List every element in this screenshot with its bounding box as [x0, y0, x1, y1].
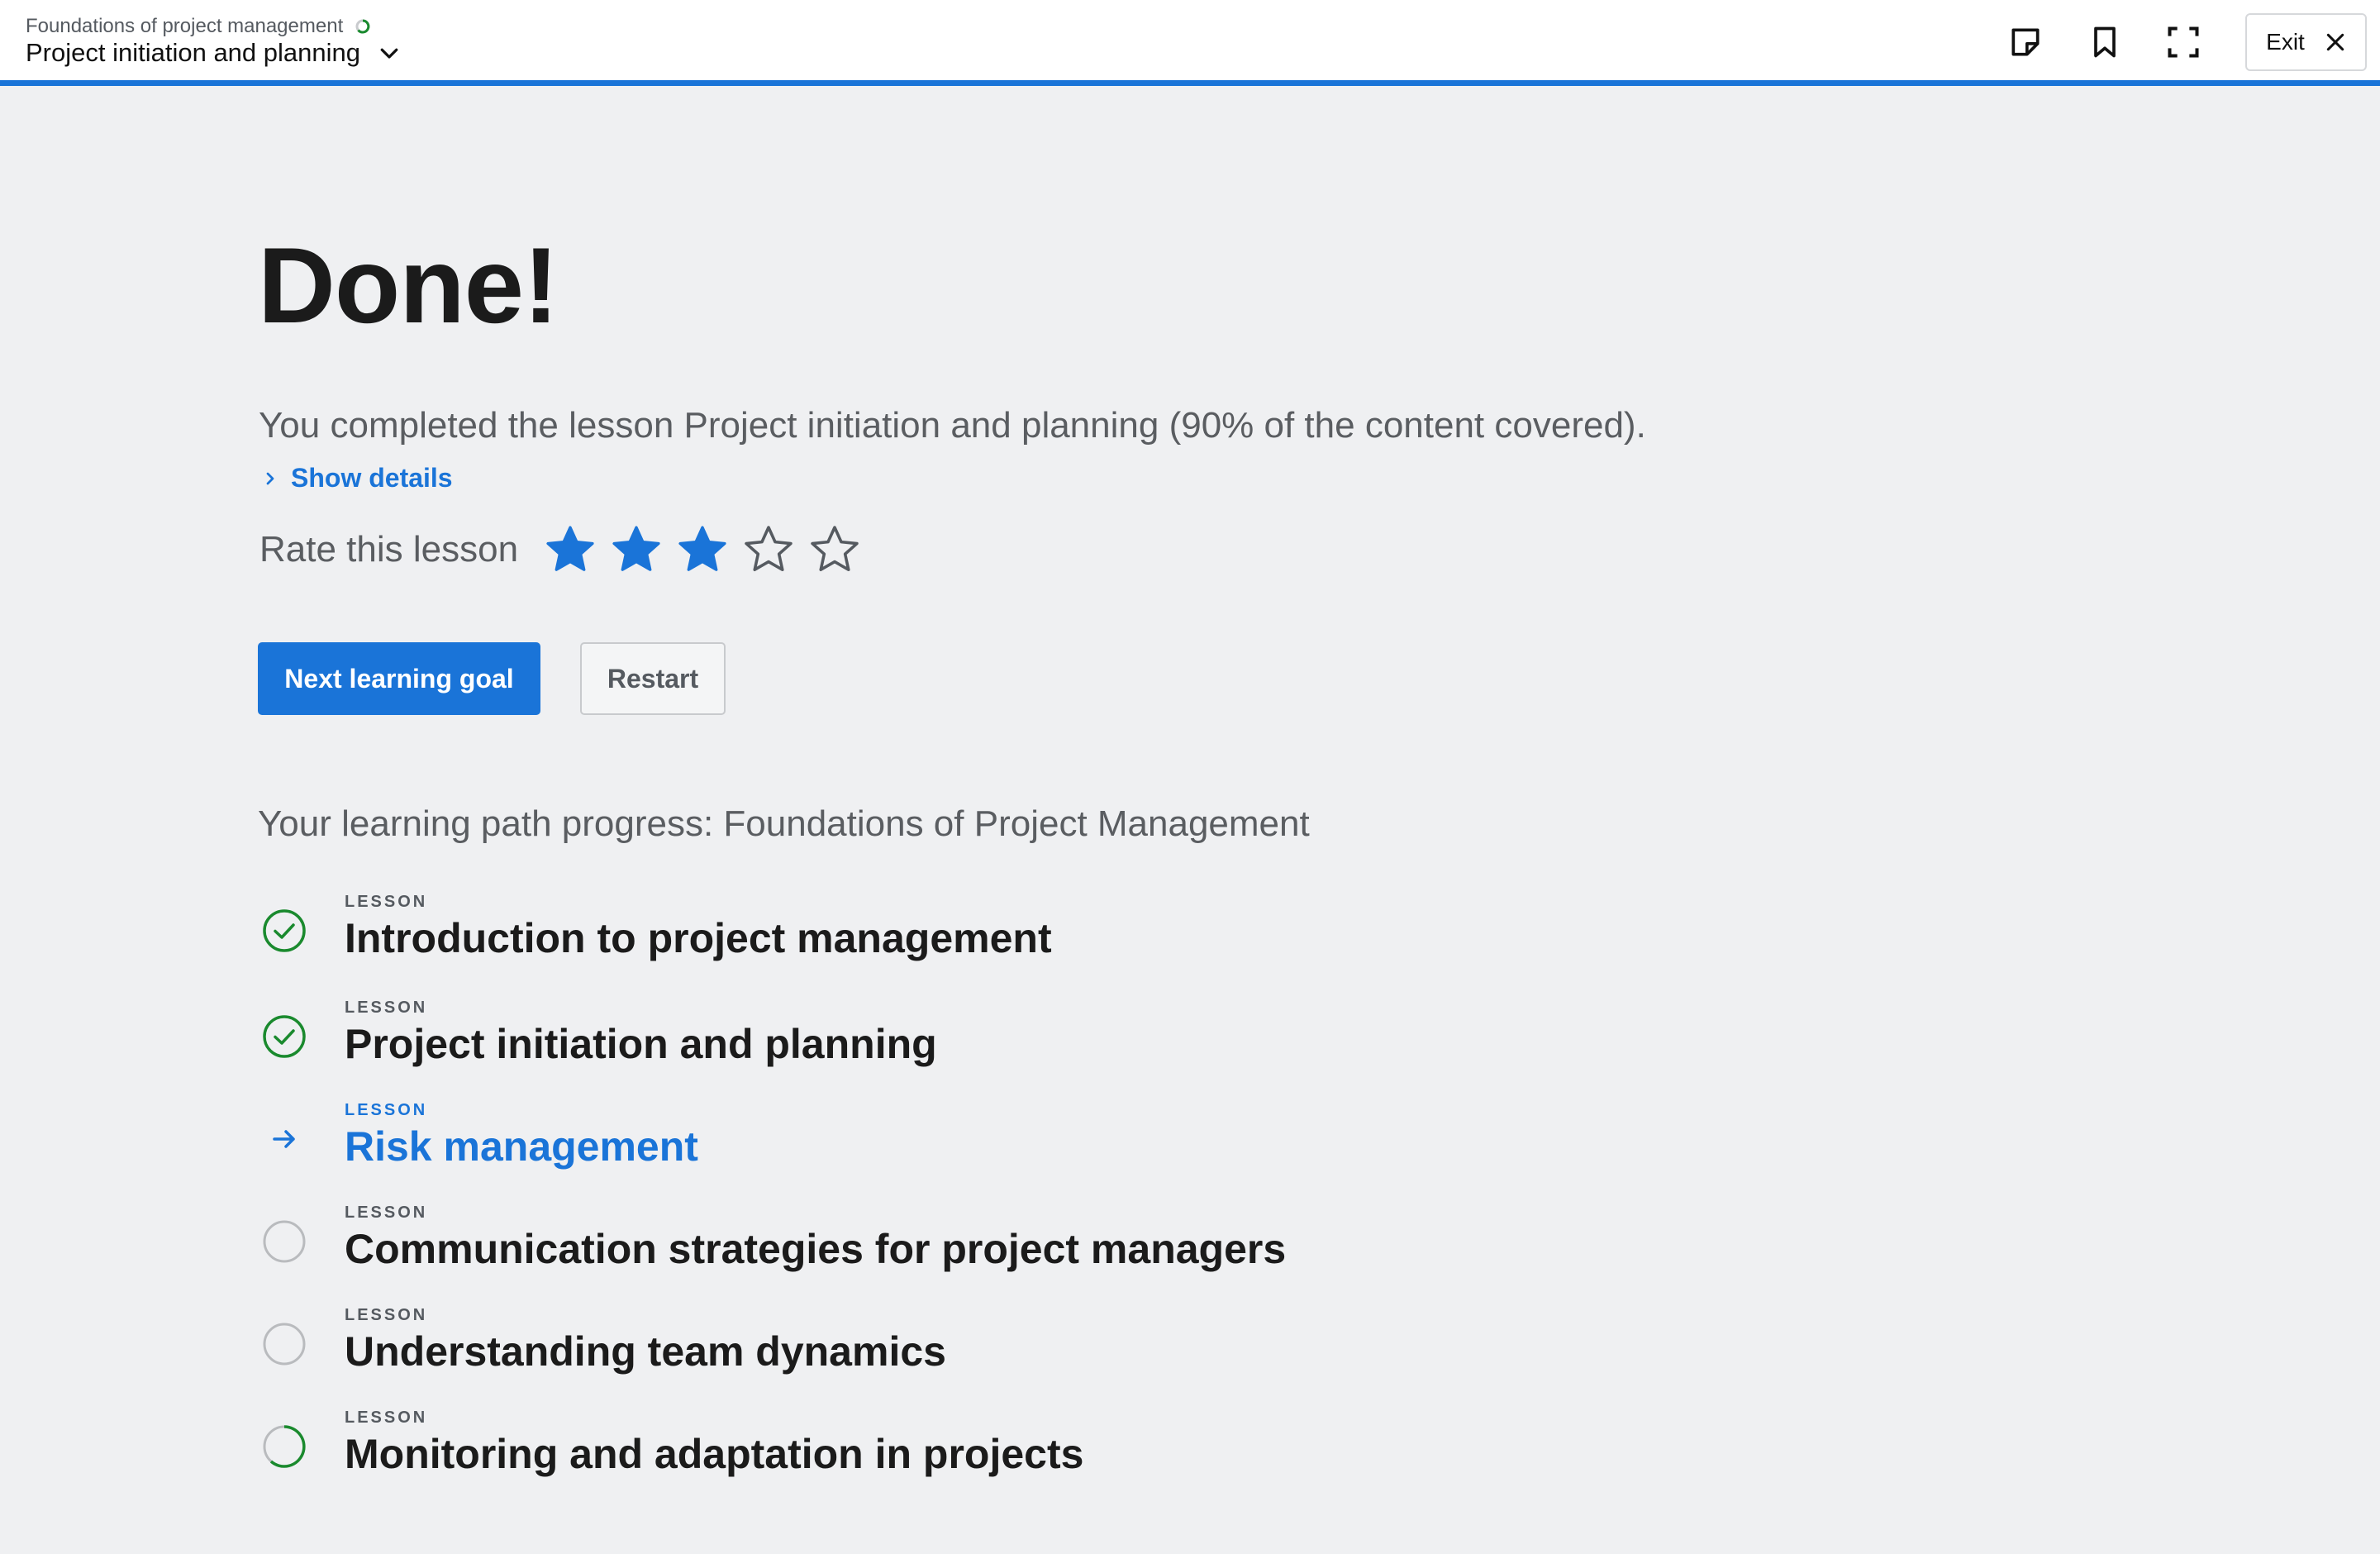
lesson-title: Project initiation and planning [345, 1021, 937, 1067]
bookmark-icon [2094, 26, 2116, 58]
notes-button[interactable] [2005, 21, 2046, 63]
progress-ring-icon [263, 1425, 306, 1468]
course-title: Foundations of project management [26, 15, 344, 37]
lesson-status [259, 906, 309, 956]
star-empty-icon[interactable] [741, 522, 796, 577]
lesson-title: Communication strategies for project man… [345, 1226, 1287, 1272]
lesson-kind-label: LESSON [345, 1306, 428, 1324]
lesson-selector-label: Project initiation and planning [26, 38, 360, 67]
empty-circle-icon [263, 1220, 306, 1263]
lesson-status [259, 1114, 309, 1164]
arrow-right-icon [273, 1130, 295, 1148]
lesson-status [259, 1422, 309, 1471]
lesson-title: Risk management [345, 1123, 698, 1170]
learning-path-title: Your learning path progress: Foundations… [258, 803, 1310, 844]
star-filled-icon[interactable] [675, 522, 730, 577]
lesson-kind-label: LESSON [345, 999, 428, 1017]
show-details-label: Show details [291, 463, 453, 493]
fullscreen-button[interactable] [2163, 21, 2204, 63]
lesson-item[interactable]: LESSON Communication strategies for proje… [258, 1195, 1580, 1286]
course-breadcrumb: Foundations of project management [26, 15, 371, 38]
restart-button[interactable]: Restart [580, 642, 726, 715]
bookmark-button[interactable] [2084, 21, 2125, 63]
lesson-item[interactable]: LESSON Understanding team dynamics [258, 1298, 1580, 1389]
star-filled-icon[interactable] [543, 522, 597, 577]
lesson-item[interactable]: LESSON Risk management [258, 1093, 1580, 1184]
check-circle-icon [263, 909, 306, 952]
lesson-status [259, 1012, 309, 1061]
lesson-title: Introduction to project management [345, 915, 1052, 961]
lesson-item[interactable]: LESSON Project initiation and planning [258, 990, 1580, 1081]
lesson-kind-label: LESSON [345, 1101, 428, 1119]
completion-summary: You completed the lesson Project initiat… [259, 405, 1646, 446]
chevron-right-icon [266, 472, 274, 484]
next-learning-goal-button[interactable]: Next learning goal [258, 642, 540, 715]
top-bar: Foundations of project management Projec… [0, 0, 2380, 86]
lesson-status [259, 1217, 309, 1266]
show-details-toggle[interactable]: Show details [263, 463, 453, 493]
lesson-status [259, 1319, 309, 1369]
fullscreen-icon [2168, 26, 2199, 58]
lesson-title: Monitoring and adaptation in projects [345, 1431, 1084, 1477]
lesson-kind-label: LESSON [345, 1409, 428, 1427]
rating-stars [543, 522, 873, 577]
empty-circle-icon [263, 1323, 306, 1366]
chevron-down-icon [380, 48, 398, 59]
check-circle-icon [263, 1015, 306, 1058]
lesson-kind-label: LESSON [345, 1204, 428, 1222]
progress-ring-icon [355, 19, 370, 34]
lesson-item[interactable]: LESSON Monitoring and adaptation in proje… [258, 1400, 1580, 1491]
exit-label: Exit [2266, 29, 2305, 55]
close-icon [2326, 33, 2344, 51]
notes-icon [2011, 28, 2040, 56]
lesson-rating: Rate this lesson [259, 522, 873, 577]
lesson-title: Understanding team dynamics [345, 1328, 946, 1375]
rating-label: Rate this lesson [259, 529, 519, 570]
exit-button[interactable]: Exit [2245, 13, 2367, 71]
lesson-selector[interactable]: Project initiation and planning [26, 38, 402, 68]
star-empty-icon[interactable] [807, 522, 862, 577]
lesson-item[interactable]: LESSON Introduction to project management [258, 884, 1580, 975]
star-filled-icon[interactable] [609, 522, 664, 577]
page-title: Done! [258, 225, 559, 346]
lesson-kind-label: LESSON [345, 893, 428, 911]
